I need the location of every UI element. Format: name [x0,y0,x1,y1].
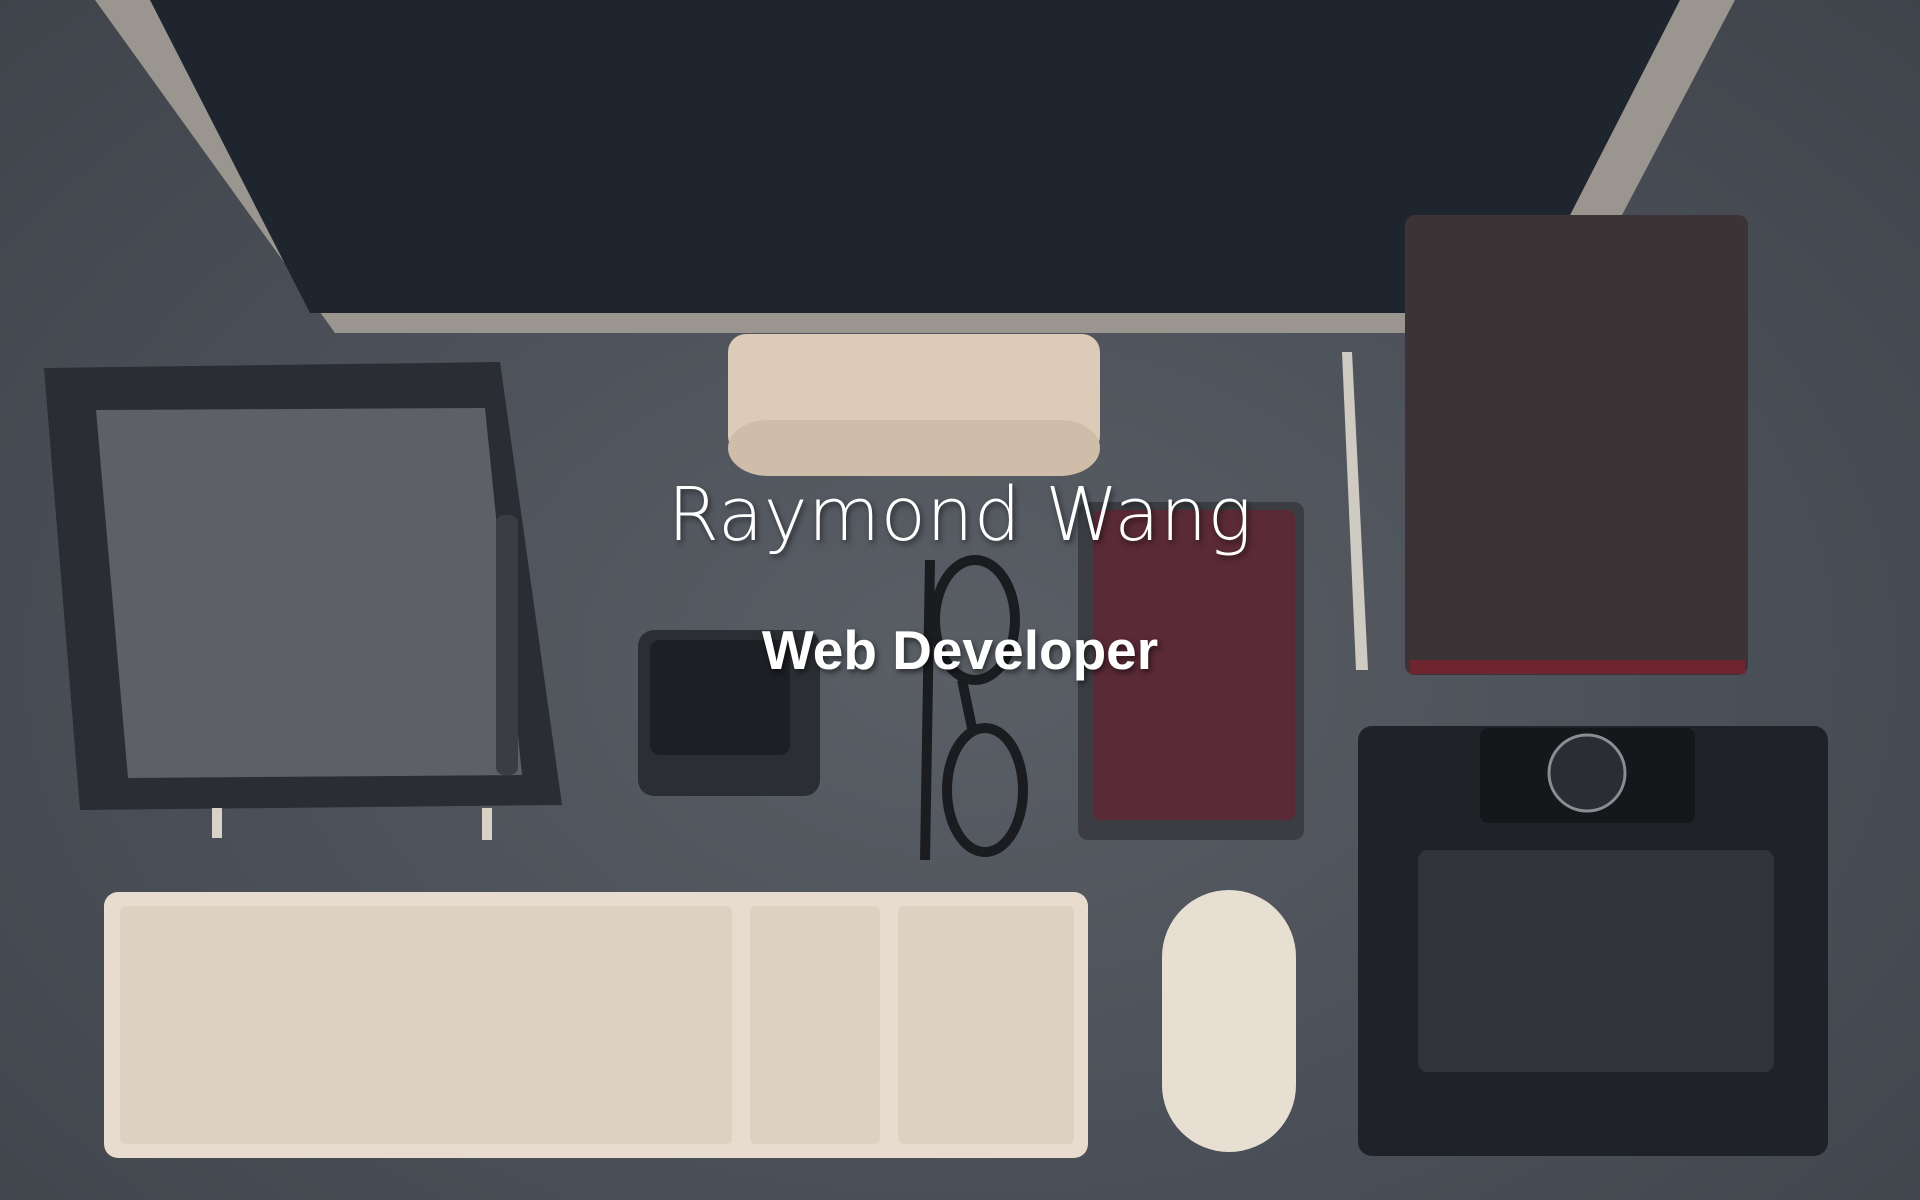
mouse-icon [1162,890,1296,1152]
hero-text-block: Raymond Wang Web Developer [0,470,1920,682]
keyboard-icon [104,892,1088,1158]
hero-name: Raymond Wang [667,472,1253,558]
drawing-tablet-icon [1358,726,1828,1156]
hero-section: Raymond Wang Web Developer [0,0,1920,1200]
hero-job-title: Web Developer [761,619,1159,681]
